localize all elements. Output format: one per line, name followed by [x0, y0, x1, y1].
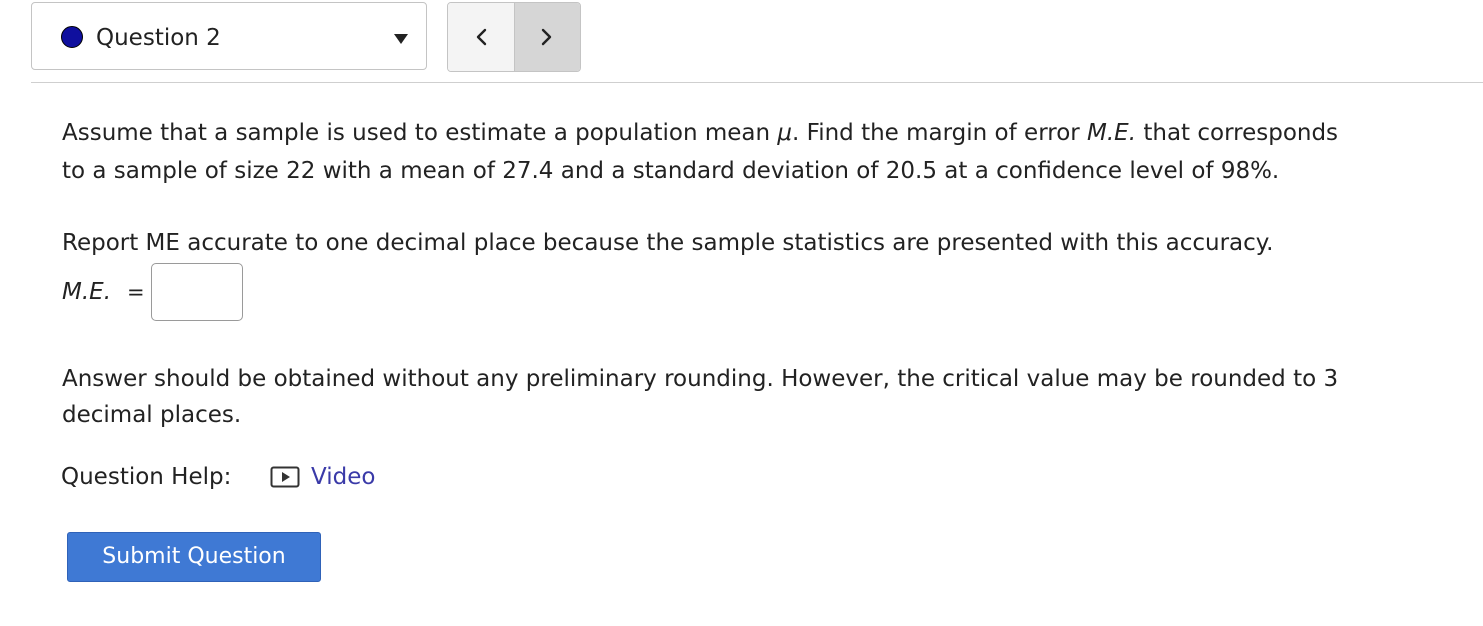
rounding-note-line-2: decimal places.: [62, 402, 242, 428]
video-link-label: Video: [311, 464, 376, 490]
mu-symbol: μ: [777, 120, 793, 146]
question-text: Assume that a sample is used to estimate…: [62, 114, 1338, 190]
question-text-part: that corresponds: [1136, 120, 1339, 146]
question-selector[interactable]: Question 2: [31, 2, 427, 70]
report-instruction: Report ME accurate to one decimal place …: [62, 230, 1274, 256]
rounding-note: Answer should be obtained without any pr…: [62, 361, 1338, 433]
header-divider: [31, 82, 1483, 83]
play-video-icon: [270, 466, 300, 488]
question-nav: [447, 2, 581, 72]
question-selector-label: Question 2: [96, 25, 221, 51]
question-text-part: Assume that a sample is used to estimate…: [62, 120, 778, 146]
rounding-note-line-1: Answer should be obtained without any pr…: [62, 366, 1339, 392]
chevron-right-icon: [542, 28, 552, 46]
question-text-part: . Find the margin of error: [792, 120, 1088, 146]
me-symbol: M.E.: [1087, 120, 1137, 146]
caret-down-icon: [394, 34, 408, 44]
answer-equals: =: [127, 280, 145, 304]
video-help-link[interactable]: Video: [270, 462, 375, 492]
next-question-button[interactable]: [513, 3, 580, 71]
question-text-line-2: to a sample of size 22 with a mean of 27…: [62, 158, 1280, 184]
question-status-dot: [61, 26, 83, 48]
question-text-line-1: Assume that a sample is used to estimate…: [62, 114, 1338, 152]
submit-question-button[interactable]: Submit Question: [67, 532, 321, 582]
answer-label: M.E.: [62, 279, 111, 305]
margin-of-error-input[interactable]: [151, 263, 243, 321]
question-help-label: Question Help:: [61, 464, 232, 490]
previous-question-button[interactable]: [448, 3, 514, 71]
chevron-left-icon: [476, 28, 486, 46]
